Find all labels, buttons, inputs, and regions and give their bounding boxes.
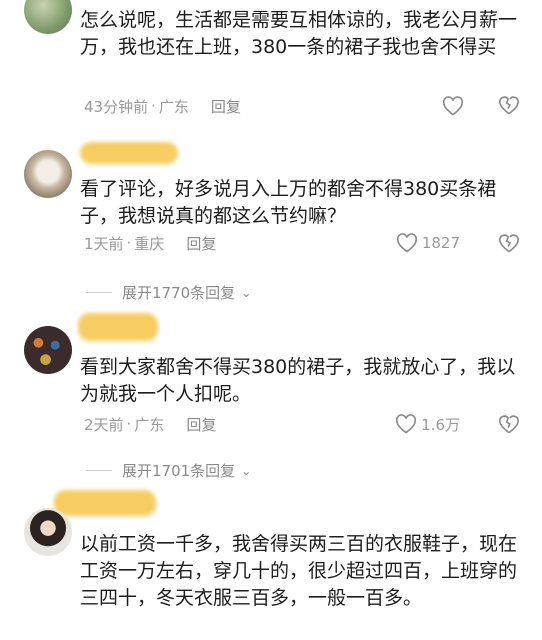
- comment-text: 以前工资一千多，我舍得买两三百的衣服鞋子，现在工资一万左右，穿几十的，很少超过四…: [80, 533, 518, 609]
- username-redacted: [54, 490, 156, 516]
- comment-region: 广东: [134, 415, 165, 434]
- heart-icon: [442, 96, 464, 116]
- heart-icon: [396, 414, 417, 434]
- reply-button[interactable]: 回复: [186, 414, 216, 435]
- comment-meta: 1天前 · 重庆 回复: [84, 233, 216, 253]
- comment-meta: 43分钟前 · 广东 回复: [84, 96, 241, 116]
- expand-replies-label: 展开1770条回复: [122, 284, 236, 302]
- avatar[interactable]: [24, 508, 72, 556]
- heart-icon: [396, 233, 417, 253]
- like-count: 1.6万: [421, 415, 460, 434]
- reply-button[interactable]: 回复: [211, 96, 241, 117]
- divider: [86, 470, 112, 471]
- meta-separator: ·: [151, 97, 156, 115]
- broken-heart-icon: [499, 96, 519, 115]
- chevron-down-icon: ⌄: [241, 285, 252, 300]
- expand-replies-label: 展开1701条回复: [122, 462, 236, 480]
- reply-button[interactable]: 回复: [186, 233, 216, 254]
- avatar[interactable]: [24, 326, 72, 374]
- like-button[interactable]: 1.6万: [395, 413, 460, 435]
- avatar[interactable]: [24, 0, 72, 34]
- comment-region: 广东: [158, 97, 189, 116]
- comment-time: 1天前: [84, 234, 124, 253]
- expand-replies-button[interactable]: 展开1770条回复 ⌄: [86, 282, 251, 303]
- comment-time: 43分钟前: [84, 97, 149, 116]
- dislike-button[interactable]: [498, 232, 520, 254]
- username-redacted: [80, 142, 178, 164]
- broken-heart-icon: [499, 415, 519, 434]
- like-button[interactable]: [442, 95, 464, 117]
- comment-meta: 2天前 · 广东 回复: [84, 414, 216, 434]
- chevron-down-icon: ⌄: [241, 463, 252, 478]
- comment-text: 看了评论，好多说月入上万的都舍不得380买条裙子，我想说真的都这么节约嘛？: [80, 178, 497, 227]
- comment-time: 2天前: [84, 415, 124, 434]
- expand-replies-button[interactable]: 展开1701条回复 ⌄: [86, 460, 251, 481]
- comment-region: 重庆: [134, 234, 165, 253]
- divider: [86, 292, 112, 293]
- avatar[interactable]: [24, 150, 72, 198]
- like-count: 1827: [421, 234, 460, 252]
- username-redacted: [78, 313, 158, 341]
- comment-text: 看到大家都舍不得买380的裙子，我就放心了，我以为就我一个人扣呢。: [80, 356, 516, 405]
- broken-heart-icon: [499, 234, 519, 253]
- comment-text: 怎么说呢，生活都是需要互相体谅的，我老公月薪一万，我也还在上班，380一条的裙子…: [80, 9, 518, 58]
- dislike-button[interactable]: [498, 413, 520, 435]
- meta-separator: ·: [126, 415, 132, 433]
- meta-separator: ·: [126, 234, 132, 252]
- like-button[interactable]: 1827: [396, 232, 460, 254]
- dislike-button[interactable]: [498, 94, 520, 116]
